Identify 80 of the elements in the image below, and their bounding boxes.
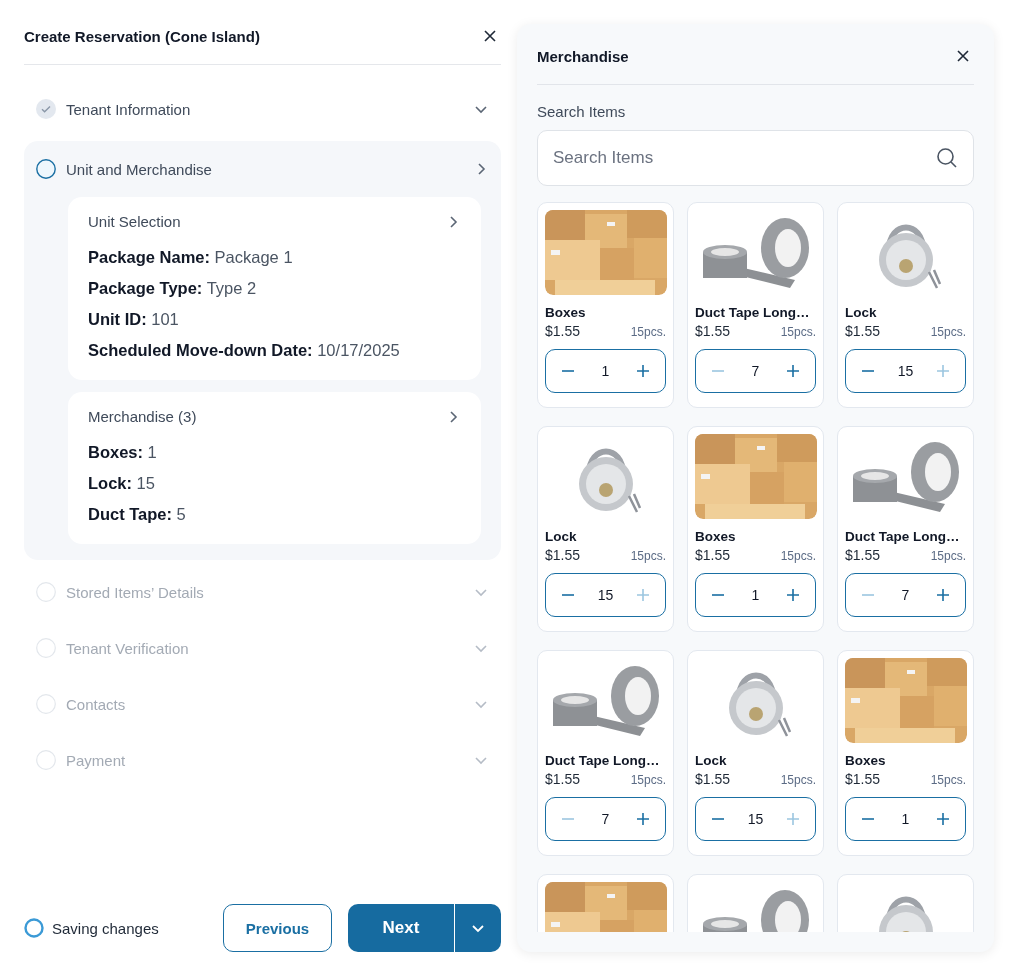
product-name: Boxes — [545, 305, 587, 320]
close-icon[interactable] — [956, 49, 970, 63]
product-price: $1.55 — [845, 547, 881, 563]
product-name: Boxes — [845, 753, 887, 768]
step-circle-icon — [36, 638, 56, 658]
check-circle-icon — [36, 99, 56, 119]
product-price: $1.55 — [845, 323, 881, 339]
quantity-stepper[interactable]: 1 — [845, 797, 966, 841]
quantity-stepper[interactable]: 15 — [545, 573, 666, 617]
saving-status: Saving changes — [52, 919, 160, 937]
quantity-value: 7 — [601, 811, 610, 827]
step-header[interactable]: Unit and Merchandise — [36, 141, 489, 197]
quantity-value: 7 — [751, 363, 760, 379]
quantity-stepper[interactable]: 15 — [845, 349, 966, 393]
detail-line: Package Type: Type 2 — [88, 279, 258, 298]
product-name: Duct Tape Long… — [845, 529, 961, 544]
product-price: $1.55 — [695, 771, 731, 787]
detail-line: Duct Tape: 5 — [88, 505, 187, 524]
product-price: $1.55 — [695, 547, 731, 563]
stock-count: 15pcs. — [930, 325, 966, 339]
stock-count: 15pcs. — [780, 773, 816, 787]
stock-count: 15pcs. — [630, 773, 666, 787]
step-header[interactable]: Tenant Information — [36, 81, 489, 137]
product-price: $1.55 — [545, 323, 581, 339]
quantity-value: 1 — [751, 587, 760, 603]
quantity-stepper[interactable]: 1 — [695, 573, 816, 617]
plus-icon[interactable] — [635, 363, 651, 379]
dialog-title: Create Reservation (Cone Island) — [24, 27, 260, 45]
step-circle-icon — [36, 750, 56, 770]
previous-button[interactable]: Previous — [223, 904, 332, 952]
quantity-stepper[interactable]: 7 — [695, 349, 816, 393]
quantity-stepper[interactable]: 15 — [695, 797, 816, 841]
product-price: $1.55 — [545, 547, 581, 563]
detail-line: Unit ID: 101 — [88, 310, 180, 329]
product-price: $1.55 — [695, 323, 731, 339]
plus-icon[interactable] — [935, 587, 951, 603]
spinner-icon — [24, 918, 44, 938]
detail-line: Boxes: 1 — [88, 443, 158, 462]
field-label: Search Items — [537, 103, 627, 120]
plus-icon[interactable] — [635, 811, 651, 827]
dropdown-button[interactable] — [454, 904, 501, 952]
stock-count: 15pcs. — [780, 549, 816, 563]
product-price: $1.55 — [845, 771, 881, 787]
stock-count: 15pcs. — [930, 549, 966, 563]
stock-count: 15pcs. — [630, 549, 666, 563]
section-title: Merchandise (3) — [88, 408, 197, 425]
section-title: Unit Selection — [88, 213, 181, 230]
quantity-value: 7 — [901, 587, 910, 603]
detail-line: Lock: 15 — [88, 474, 156, 493]
quantity-value: 15 — [897, 363, 914, 379]
plus-icon[interactable] — [785, 587, 801, 603]
plus-icon[interactable] — [785, 363, 801, 379]
stock-count: 15pcs. — [780, 325, 816, 339]
plus-icon[interactable] — [935, 811, 951, 827]
detail-line: Scheduled Move-down Date: 10/17/2025 — [88, 341, 401, 360]
quantity-value: 15 — [747, 811, 764, 827]
product-name: Lock — [695, 753, 728, 768]
step-circle-icon — [36, 582, 56, 602]
stock-count: 15pcs. — [630, 325, 666, 339]
product-price: $1.55 — [545, 771, 581, 787]
search-icon — [936, 147, 958, 169]
search-field[interactable]: Search Items — [537, 130, 974, 186]
product-name: Duct Tape Long… — [545, 753, 661, 768]
quantity-value: 1 — [601, 363, 610, 379]
detail-line: Package Name: Package 1 — [88, 248, 294, 267]
quantity-stepper[interactable]: 7 — [845, 573, 966, 617]
stock-count: 15pcs. — [930, 773, 966, 787]
next-button[interactable]: Next — [348, 904, 454, 952]
product-name: Duct Tape Long… — [695, 305, 811, 320]
product-name: Lock — [545, 529, 578, 544]
quantity-value: 1 — [901, 811, 910, 827]
product-name: Boxes — [695, 529, 737, 544]
close-icon[interactable] — [483, 29, 497, 43]
panel-title: Merchandise — [537, 47, 629, 65]
quantity-value: 15 — [597, 587, 614, 603]
step-circle-icon — [36, 694, 56, 714]
quantity-stepper[interactable]: 7 — [545, 797, 666, 841]
step-circle-icon — [36, 159, 56, 179]
product-name: Lock — [845, 305, 878, 320]
quantity-stepper[interactable]: 1 — [545, 349, 666, 393]
